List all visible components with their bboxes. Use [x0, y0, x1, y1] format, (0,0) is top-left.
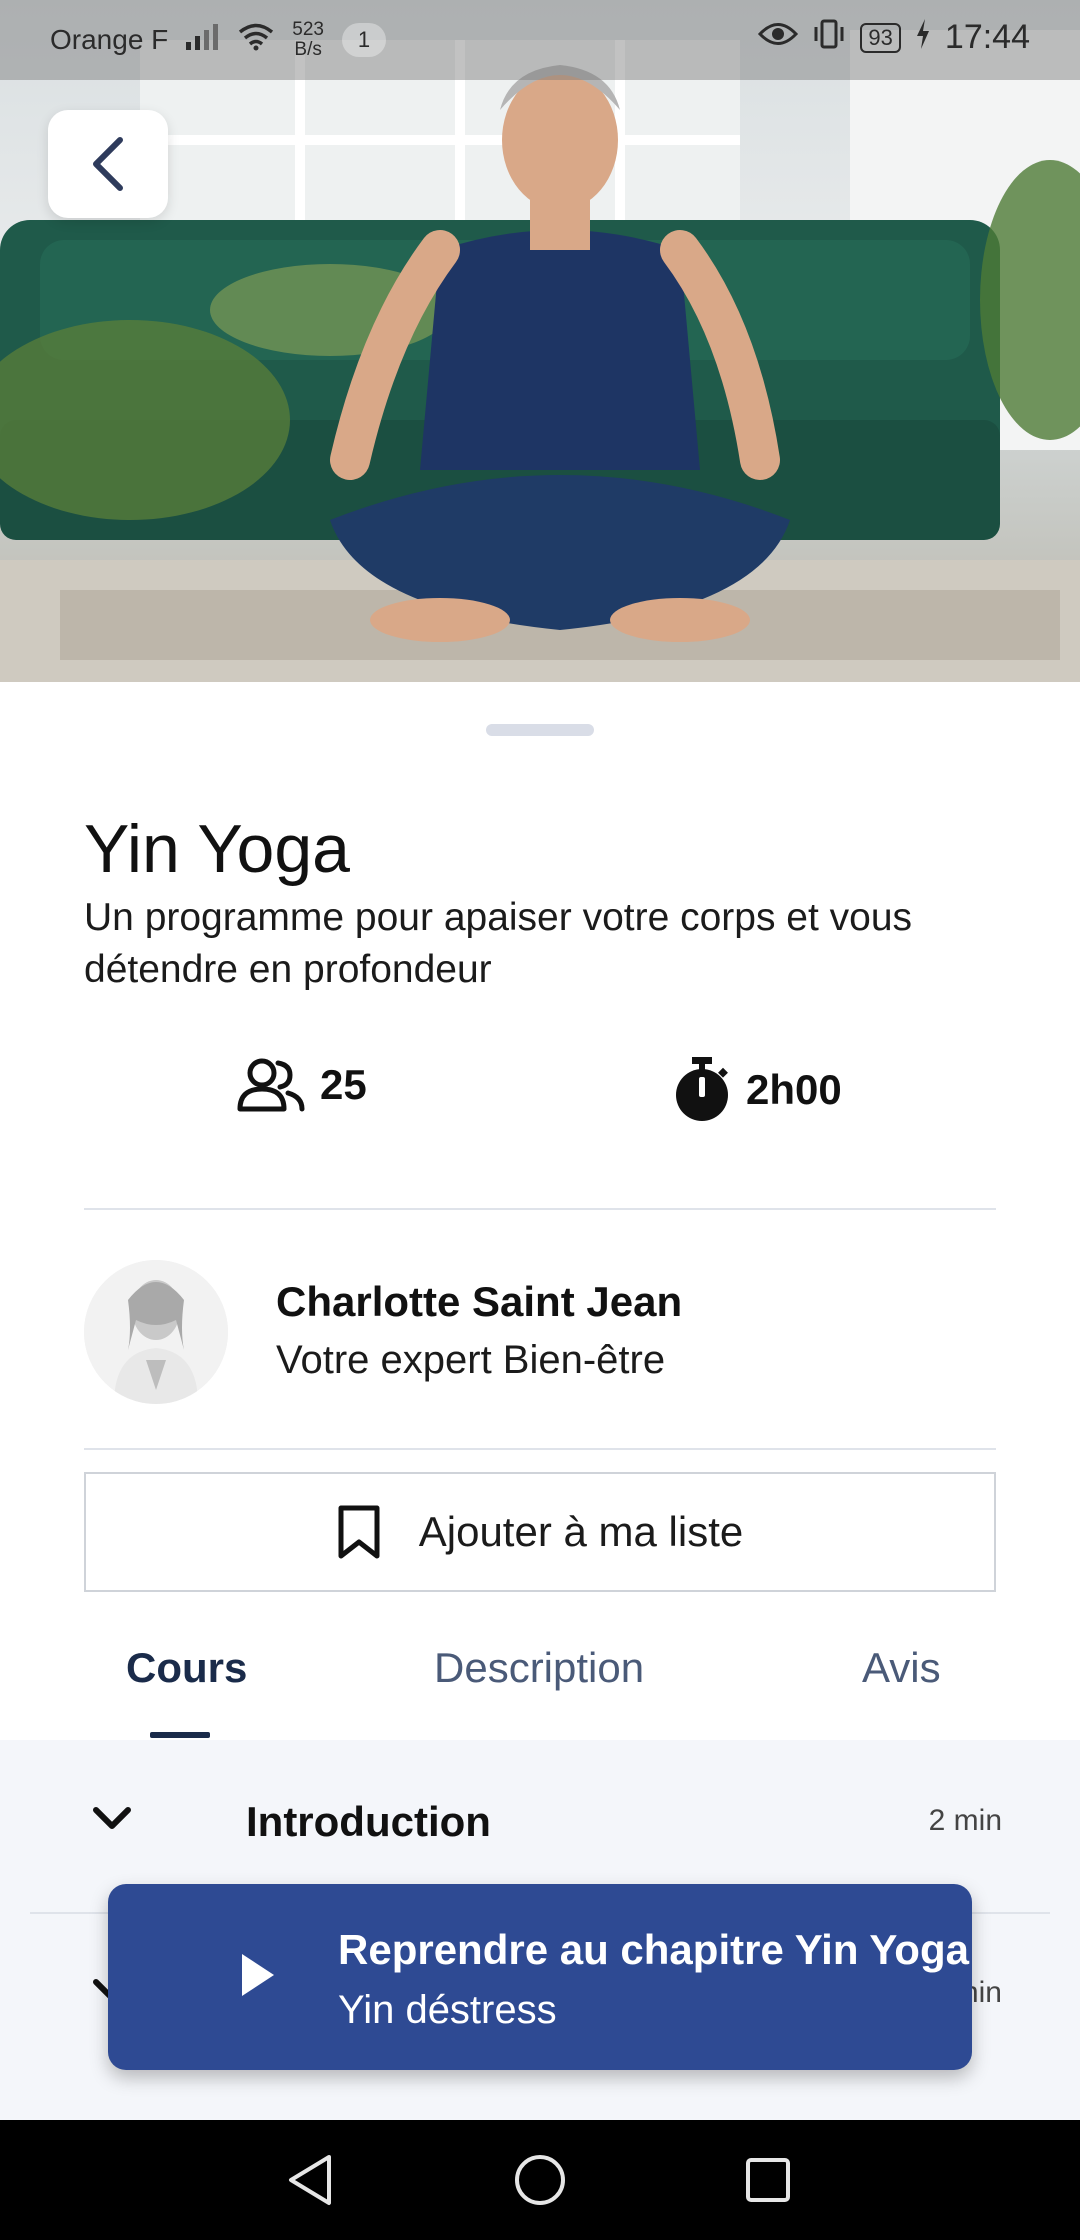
carrier-label: Orange F: [50, 24, 169, 55]
square-recent-icon: [746, 2158, 790, 2202]
chapter-duration: 2 min: [928, 1804, 1002, 1837]
bookmark-icon: [338, 1505, 380, 1559]
participants-count: 25: [320, 1061, 367, 1108]
add-to-list-button[interactable]: Ajouter à ma liste: [84, 1472, 996, 1592]
tab-avis[interactable]: Avis: [862, 1644, 941, 1692]
resume-chapter-button[interactable]: Reprendre au chapitre Yin Yoga Yin déstr…: [108, 1884, 972, 2070]
network-speed-unit: B/s: [294, 39, 322, 60]
divider: [84, 1448, 996, 1450]
clock: 17:44: [944, 18, 1030, 56]
charging-icon: [915, 19, 931, 56]
course-duration: 2h00: [746, 1066, 842, 1113]
chevron-down-icon[interactable]: [92, 1806, 132, 1832]
signal-icon: [186, 23, 220, 57]
system-nav-bar: [0, 2120, 1080, 2240]
tab-cours[interactable]: Cours: [126, 1644, 247, 1692]
triangle-back-icon: [289, 2155, 331, 2205]
expert-avatar[interactable]: [84, 1260, 228, 1404]
expert-photo: [84, 1260, 228, 1404]
network-speed: 523 B/s: [292, 20, 324, 60]
stopwatch-icon: [676, 1057, 728, 1121]
divider: [84, 1208, 996, 1210]
tab-bar: Cours Description Avis: [0, 1622, 1080, 1736]
course-subtitle: Un programme pour apaiser votre corps et…: [84, 896, 913, 991]
resume-title: Reprendre au chapitre Yin Yoga: [338, 1926, 969, 1973]
nav-recent-button[interactable]: [708, 2120, 828, 2240]
vibrate-icon: [812, 19, 846, 56]
duration-stat: 2h00: [672, 1057, 842, 1123]
eye-icon: [758, 21, 799, 54]
play-icon: [242, 1954, 274, 1996]
hero-illustration: [0, 30, 1080, 682]
network-speed-value: 523: [292, 19, 324, 40]
nav-back-button[interactable]: [250, 2120, 370, 2240]
course-title: Yin Yoga: [84, 811, 350, 887]
expert-name[interactable]: Charlotte Saint Jean: [276, 1278, 682, 1326]
notification-count-badge: 1: [341, 23, 386, 57]
wifi-icon: [238, 23, 274, 58]
participants-stat: 25: [236, 1057, 367, 1113]
add-to-list-label: Ajouter à ma liste: [418, 1508, 744, 1555]
screen: Orange F 523 B/s 1 93 17:44 Yin Yoga Un …: [0, 0, 1080, 2240]
drag-handle[interactable]: [486, 724, 594, 736]
active-tab-indicator: [150, 1732, 210, 1738]
expert-role: Votre expert Bien-être: [276, 1338, 666, 1382]
chapter-title: Introduction: [246, 1798, 491, 1845]
resume-subtitle: Yin déstress: [338, 1988, 557, 2032]
circle-home-icon: [515, 2155, 565, 2205]
battery-indicator: 93: [860, 22, 901, 53]
back-button[interactable]: [48, 110, 168, 218]
chevron-left-icon: [93, 137, 123, 191]
status-bar: Orange F 523 B/s 1 93 17:44: [0, 0, 1080, 80]
hero-image: [0, 0, 1080, 682]
nav-home-button[interactable]: [480, 2120, 600, 2240]
tab-description[interactable]: Description: [434, 1644, 644, 1692]
users-icon: [237, 1058, 305, 1112]
